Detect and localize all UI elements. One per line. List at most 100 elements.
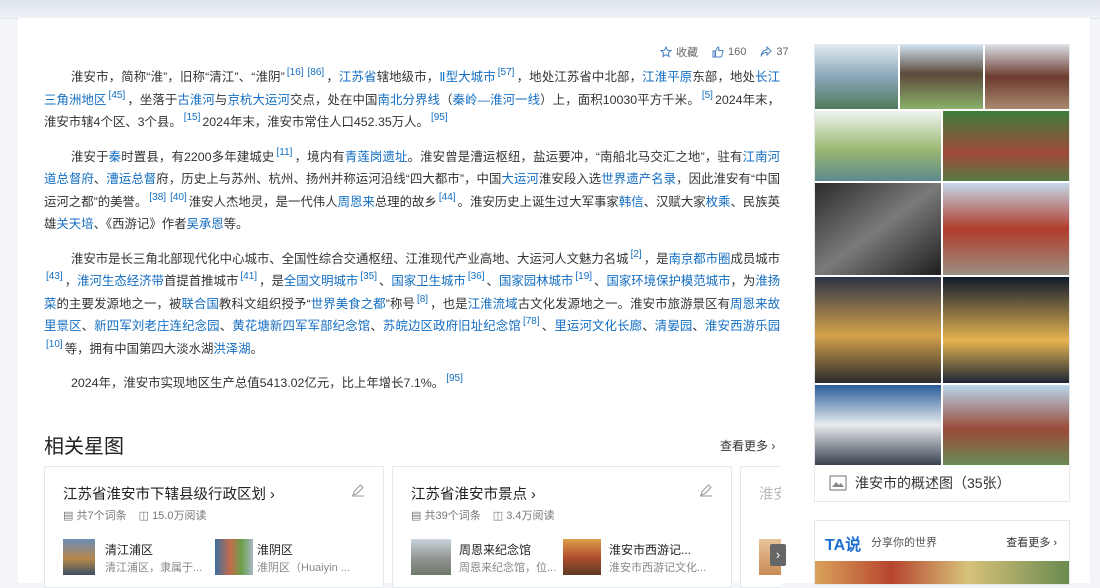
related-see-more-link[interactable]: 查看更多 ›: [720, 437, 775, 454]
reference-link[interactable]: [41]: [240, 271, 257, 282]
summary-paragraph: 淮安于秦时置县，有2200多年建城史 [11] ，境内有青莲岗遗址。淮安曾是漕运枢纽…: [44, 146, 780, 236]
reference-link[interactable]: [95]: [431, 112, 448, 123]
card-entry[interactable]: 清江浦区 清江浦区，隶属于...: [63, 539, 203, 581]
entry-link[interactable]: 江苏省: [339, 70, 377, 84]
share-button[interactable]: 37: [760, 46, 789, 58]
entry-link[interactable]: 淮安西游乐园: [705, 319, 780, 333]
entry-link[interactable]: 江淮平原: [642, 70, 692, 84]
paragraph-text: 2024年，淮安市实现地区生产总值5413.02亿元，比上年增长7.1%。: [71, 376, 445, 390]
paragraph-text: 与: [214, 92, 228, 107]
card-entry[interactable]: 周恩来纪念馆 周恩来纪念馆，位...: [411, 539, 556, 581]
gallery-photo[interactable]: [943, 277, 1069, 383]
entry-link[interactable]: 洪泽湖: [213, 342, 250, 356]
edit-icon[interactable]: [351, 483, 365, 497]
entry-link[interactable]: 韩信: [619, 195, 644, 209]
ta-banner-image[interactable]: [815, 561, 1069, 584]
reference-link[interactable]: [11]: [277, 147, 293, 158]
reference-link[interactable]: [36]: [468, 271, 485, 282]
entry-link[interactable]: 里运河文化长廊: [554, 319, 642, 333]
article-actions: 收藏 160 37: [660, 44, 789, 60]
reference-link[interactable]: [38]: [149, 192, 166, 203]
reference-link[interactable]: [2]: [631, 249, 642, 260]
reference-link[interactable]: [5]: [702, 90, 713, 101]
reference-link[interactable]: [8]: [417, 294, 428, 305]
gallery-photo[interactable]: [900, 45, 983, 109]
favorite-button[interactable]: 收藏: [660, 44, 698, 60]
entry-link[interactable]: 世界美食之都: [311, 297, 386, 311]
entry-link[interactable]: 漕运总督: [106, 172, 156, 186]
reference-link[interactable]: [45]: [109, 90, 126, 101]
reference-link[interactable]: [19]: [575, 271, 592, 282]
paragraph-text: 、: [93, 172, 107, 186]
star-map-card-districts[interactable]: 江苏省淮安市下辖县级行政区划 › ▤ 共7个词条 ◫ 15.0万阅读 清江浦区 …: [44, 466, 384, 588]
gallery-photo[interactable]: [815, 45, 898, 109]
like-button[interactable]: 160: [712, 46, 746, 58]
gallery-photo[interactable]: [815, 111, 941, 181]
entry-count-text: 共39个词条: [424, 510, 481, 522]
entry-link[interactable]: 国家环境保护模范城市: [606, 274, 730, 288]
reference-link[interactable]: [16]: [287, 67, 304, 78]
reference-link[interactable]: [86]: [308, 67, 325, 78]
gallery-photo[interactable]: [815, 183, 941, 275]
star-map-card-title[interactable]: 江苏省淮安市下辖县级行政区划 ›: [63, 483, 275, 504]
entry-count: ▤ 共39个词条: [411, 507, 481, 523]
entry-link[interactable]: 青莲岗遗址: [345, 150, 408, 164]
ta-see-more-link[interactable]: 查看更多 ›: [1006, 534, 1057, 550]
entry-link[interactable]: 国家卫生城市: [391, 274, 465, 288]
gallery-photo[interactable]: [985, 45, 1069, 109]
gallery-photo[interactable]: [943, 385, 1069, 465]
overview-gallery[interactable]: 淮安市的概述图（35张）: [814, 44, 1070, 502]
reference-link[interactable]: [78]: [523, 316, 540, 327]
entry-link[interactable]: 关天培: [56, 217, 93, 231]
reference-link[interactable]: [10]: [46, 339, 63, 350]
reference-link[interactable]: [40]: [170, 192, 187, 203]
edit-icon[interactable]: [699, 483, 713, 497]
gallery-photo[interactable]: [943, 111, 1069, 181]
reference-link[interactable]: [57]: [498, 67, 515, 78]
entry-thumbnail: [411, 539, 451, 575]
chevron-right-icon: ›: [270, 487, 275, 503]
entry-link[interactable]: 秦: [109, 150, 122, 164]
gallery-photo[interactable]: [815, 385, 941, 465]
paragraph-text: 淮安于: [71, 149, 109, 164]
entry-link[interactable]: 京杭大运河: [227, 93, 290, 107]
entry-link[interactable]: 大运河: [501, 172, 538, 186]
entry-link[interactable]: 苏皖边区政府旧址纪念馆: [383, 319, 521, 333]
reference-link[interactable]: [44]: [439, 192, 456, 203]
reference-link[interactable]: [95]: [446, 373, 463, 384]
paragraph-text: ，: [64, 274, 78, 288]
gallery-caption[interactable]: 淮安市的概述图（35张）: [815, 465, 1069, 501]
entry-link[interactable]: 吴承恩: [187, 217, 224, 231]
reference-link[interactable]: [43]: [46, 271, 63, 282]
entry-link[interactable]: 江淮流域: [468, 297, 518, 311]
star-map-card-scenic[interactable]: 江苏省淮安市景点 › ▤ 共39个词条 ◫ 3.4万阅读 周恩来纪念馆 周恩来纪…: [392, 466, 732, 588]
entry-link[interactable]: 黄花塘新四军军部纪念馆: [232, 319, 370, 333]
entry-link[interactable]: Ⅱ型大城市: [439, 70, 495, 84]
gallery-photo[interactable]: [815, 277, 941, 383]
card-entry[interactable]: 淮安市西游记... 淮安市西游记文化...: [563, 539, 706, 581]
entry-link[interactable]: 南北分界线: [378, 93, 441, 107]
carousel-next-button[interactable]: ›: [770, 544, 786, 566]
entry-link[interactable]: 枚乘: [706, 195, 731, 209]
entry-link[interactable]: 古淮河: [177, 93, 215, 107]
entry-desc: 淮阴区（Huaiyin ...: [257, 562, 350, 574]
card-entry[interactable]: 淮阴区 淮阴区（Huaiyin ...: [215, 539, 355, 581]
entry-link[interactable]: 南京都市圈: [668, 252, 730, 266]
read-count: ◫ 3.4万阅读: [493, 507, 555, 523]
entry-link[interactable]: 联合国: [181, 297, 219, 311]
star-map-card-peek[interactable]: 淮安: [740, 466, 781, 588]
reference-link[interactable]: [15]: [184, 112, 201, 123]
gallery-photo[interactable]: [943, 183, 1069, 275]
entry-link[interactable]: 世界遗产名录: [601, 172, 676, 186]
star-map-card-title[interactable]: 江苏省淮安市景点 ›: [411, 483, 536, 504]
entry-link[interactable]: 新四军刘老庄连纪念园: [94, 319, 220, 333]
entry-link[interactable]: 国家园林城市: [499, 274, 573, 288]
entry-link[interactable]: 全国文明城市: [284, 274, 358, 288]
entry-link[interactable]: 清晏园: [655, 319, 693, 333]
browser-top-strip: [0, 0, 1100, 19]
entry-link[interactable]: 周恩来: [338, 195, 375, 209]
paragraph-text: ”称号: [385, 296, 415, 311]
entry-link[interactable]: 淮河生态经济带: [77, 274, 164, 288]
entry-link[interactable]: 秦岭—淮河一线: [453, 93, 541, 107]
reference-link[interactable]: [35]: [360, 271, 377, 282]
